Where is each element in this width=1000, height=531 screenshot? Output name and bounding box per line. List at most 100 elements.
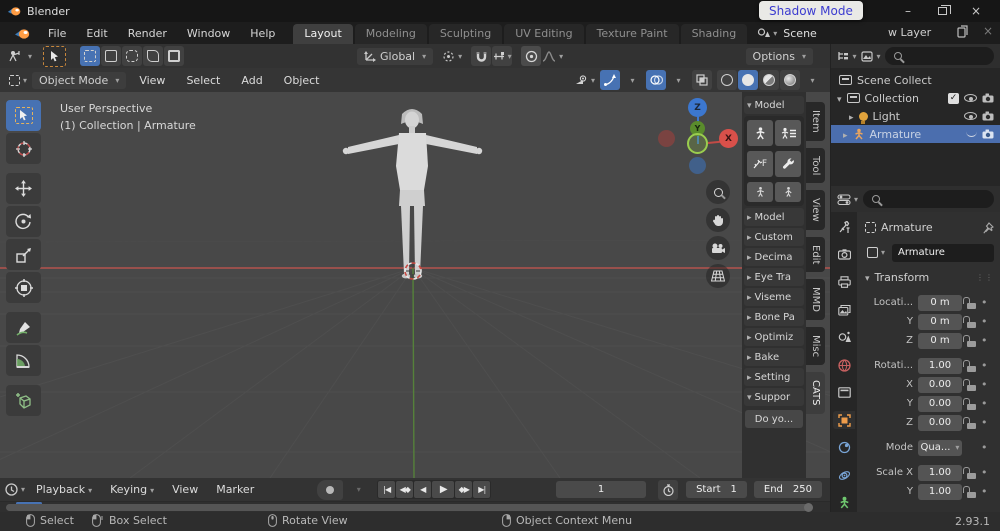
menu-render[interactable]: Render <box>118 25 177 42</box>
outliner-display-mode-dropdown[interactable] <box>837 46 857 66</box>
menu-object[interactable]: Object <box>276 72 328 89</box>
proportional-falloff-dropdown[interactable] <box>542 46 563 66</box>
3d-viewport[interactable]: User Perspective (1) Collection | Armatu… <box>0 92 830 478</box>
show-gizmo-toggle[interactable] <box>600 70 620 90</box>
tab-view-layer[interactable] <box>833 301 855 320</box>
select-mode-box[interactable] <box>101 46 122 66</box>
editor-type-dropdown[interactable] <box>5 46 32 66</box>
close-button[interactable]: × <box>959 0 993 22</box>
new-view-layer-icon[interactable] <box>957 25 969 38</box>
sidebar-tab-mmd[interactable]: MMD <box>806 279 825 321</box>
active-tool-indicator[interactable] <box>43 45 67 67</box>
tool-select-box[interactable] <box>6 100 41 131</box>
blender-menu-icon[interactable] <box>6 27 38 40</box>
tab-render[interactable] <box>833 246 855 265</box>
workspace-tab-sculpting[interactable]: Sculpting <box>428 24 503 44</box>
proportional-edit-toggle[interactable] <box>521 46 542 66</box>
gizmo-z-axis[interactable]: Z <box>688 98 707 117</box>
cats-panel-bake[interactable]: Bake <box>744 348 804 366</box>
next-keyframe-button[interactable]: ◆▶ <box>455 481 473 498</box>
menu-file[interactable]: File <box>38 25 76 42</box>
cats-panel-eye-tracking[interactable]: Eye Tra <box>744 268 804 286</box>
tab-collection[interactable] <box>833 383 855 402</box>
menu-help[interactable]: Help <box>240 25 285 42</box>
cats-panel-bone-parenting[interactable]: Bone Pa <box>744 308 804 326</box>
timeline-editor-type-dropdown[interactable] <box>5 480 25 500</box>
shading-rendered-button[interactable] <box>780 70 800 90</box>
animate-dot[interactable] <box>981 397 988 410</box>
location-y-field[interactable]: 0 m <box>918 313 962 330</box>
camera-render-icon[interactable] <box>982 111 994 121</box>
animate-dot[interactable] <box>981 359 988 372</box>
tool-move[interactable] <box>6 173 41 204</box>
cats-panel-model-options[interactable]: Model <box>744 208 804 226</box>
sidebar-tab-cats[interactable]: CATS <box>806 372 825 414</box>
play-reverse-button[interactable]: ◀ <box>414 481 432 498</box>
sidebar-tab-view[interactable]: View <box>806 190 825 230</box>
eye-icon[interactable] <box>964 112 977 120</box>
play-button[interactable]: ▶ <box>432 481 455 498</box>
tab-scene[interactable] <box>833 328 855 347</box>
timeline-scrollbar[interactable] <box>6 503 813 512</box>
rotation-w-field[interactable]: 1.00 <box>918 357 962 374</box>
xray-toggle[interactable] <box>692 70 712 90</box>
shading-dropdown[interactable] <box>801 70 821 90</box>
remove-view-layer-icon[interactable]: × <box>983 24 993 38</box>
fix-model-button[interactable]: F <box>747 151 773 177</box>
minimize-button[interactable]: – <box>891 0 925 22</box>
animate-dot[interactable] <box>981 466 988 479</box>
lock-icon[interactable] <box>963 416 976 429</box>
jump-to-start-button[interactable]: |◀ <box>378 481 396 498</box>
expand-icon[interactable] <box>837 92 842 105</box>
zoom-button[interactable] <box>706 180 730 204</box>
workspace-tab-uv-editing[interactable]: UV Editing <box>504 24 584 44</box>
animate-dot[interactable] <box>981 315 988 328</box>
animate-dot[interactable] <box>981 378 988 391</box>
outliner-filter-dropdown[interactable] <box>861 46 881 66</box>
tab-object-data[interactable] <box>833 493 855 512</box>
select-mode-lasso[interactable] <box>143 46 164 66</box>
panel-drag-handle[interactable]: ⋮⋮ <box>976 273 994 282</box>
playback-menu[interactable]: Playback <box>29 481 99 498</box>
rotation-mode-dropdown[interactable]: Qua... <box>918 439 962 456</box>
cats-panel-settings[interactable]: Setting <box>744 368 804 386</box>
support-button[interactable]: Do yo... <box>745 410 803 428</box>
rotation-x-field[interactable]: 0.00 <box>918 376 962 393</box>
auto-keying-toggle[interactable] <box>317 479 344 500</box>
visibility-dropdown[interactable] <box>574 74 595 86</box>
transform-panel-header[interactable]: Transform ⋮⋮ <box>865 268 994 287</box>
lock-icon[interactable] <box>963 359 976 372</box>
object-mode-dropdown[interactable]: Object Mode <box>32 71 127 89</box>
current-frame-field[interactable]: 1 <box>556 481 647 498</box>
gizmo-x-axis-negative[interactable] <box>658 130 675 147</box>
location-z-field[interactable]: 0 m <box>918 332 962 349</box>
lock-icon[interactable] <box>963 334 976 347</box>
use-preview-range-toggle[interactable] <box>658 479 679 500</box>
tool-measure[interactable] <box>6 345 41 376</box>
perspective-toggle-button[interactable] <box>706 264 730 288</box>
tool-scale[interactable] <box>6 239 41 270</box>
outliner-row-armature[interactable]: Armature <box>831 125 1000 143</box>
lock-icon[interactable] <box>963 296 976 309</box>
pivot-point-dropdown[interactable] <box>442 50 462 63</box>
object-name-input[interactable]: Armature <box>892 243 994 262</box>
scale-y-field[interactable]: 1.00 <box>918 483 962 500</box>
timeline-scrub-strip[interactable] <box>0 501 830 512</box>
model-settings-button[interactable] <box>775 151 801 177</box>
sidebar-tab-edit[interactable]: Edit <box>806 236 825 273</box>
lock-icon[interactable] <box>963 485 976 498</box>
properties-search-input[interactable] <box>863 190 994 208</box>
workspace-tab-modeling[interactable]: Modeling <box>354 24 427 44</box>
expand-icon[interactable] <box>849 110 854 123</box>
tool-annotate[interactable] <box>6 312 41 343</box>
view-layer-name[interactable]: w Layer <box>888 26 931 39</box>
select-mode-circle[interactable] <box>122 46 143 66</box>
overlays-dropdown[interactable] <box>667 70 687 90</box>
snap-magnet-toggle[interactable] <box>471 46 492 66</box>
animate-dot[interactable] <box>981 416 988 429</box>
cats-panel-visemes[interactable]: Viseme <box>744 288 804 306</box>
previous-keyframe-button[interactable]: ◀◆ <box>396 481 414 498</box>
transform-orientation-dropdown[interactable]: Global <box>357 47 434 65</box>
outliner-row-scene-collection[interactable]: Scene Collect <box>831 71 1000 89</box>
character-model[interactable] <box>342 109 483 279</box>
